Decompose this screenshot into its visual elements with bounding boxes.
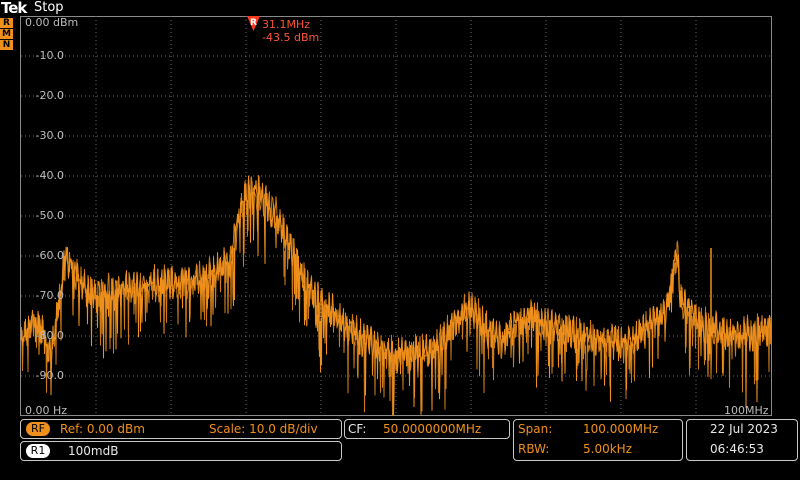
date-display: 22 Jul 2023 [710, 422, 778, 436]
y-tick-label: -40.0 [35, 169, 64, 182]
span-label: Span: [518, 422, 553, 436]
span-value: 100.000MHz [583, 422, 659, 436]
marker-letter: R [250, 18, 257, 28]
cf-label: CF: [348, 422, 367, 436]
y-tick-label: -60.0 [35, 249, 64, 262]
cf-value: 50.0000000MHz [383, 422, 482, 436]
y-tick-label: -30.0 [35, 129, 64, 142]
time-display: 06:46:53 [710, 442, 764, 456]
spectrum-display [20, 16, 772, 416]
rbw-label: RBW: [518, 442, 550, 456]
x-start-label: 0.00 Hz [25, 404, 68, 417]
ref-level-label: 0.00 dBm [25, 16, 79, 29]
y-tick-label: -20.0 [35, 89, 64, 102]
r1-badge[interactable]: R1 [26, 444, 50, 458]
x-end-label: 100MHz [724, 404, 769, 417]
r1-value: 100mdB [68, 444, 119, 458]
spectrum-trace-group [20, 175, 772, 416]
marker-frequency: 31.1MHz [262, 18, 311, 31]
rbw-value: 5.00kHz [583, 442, 632, 456]
y-tick-label: -10.0 [35, 49, 64, 62]
y-tick-label: -90.0 [35, 369, 64, 382]
rf-scale: Scale: 10.0 dB/div [209, 422, 318, 436]
y-tick-label: -80.0 [35, 329, 64, 342]
marker-amplitude: -43.5 dBm [262, 31, 320, 44]
marker-r-icon[interactable]: R [247, 16, 261, 32]
rf-badge[interactable]: RF [26, 422, 50, 436]
y-tick-label: -70.0 [35, 289, 64, 302]
rf-ref-level: Ref: 0.00 dBm [60, 422, 145, 436]
y-tick-label: -50.0 [35, 209, 64, 222]
spectrum-trace [20, 175, 772, 416]
